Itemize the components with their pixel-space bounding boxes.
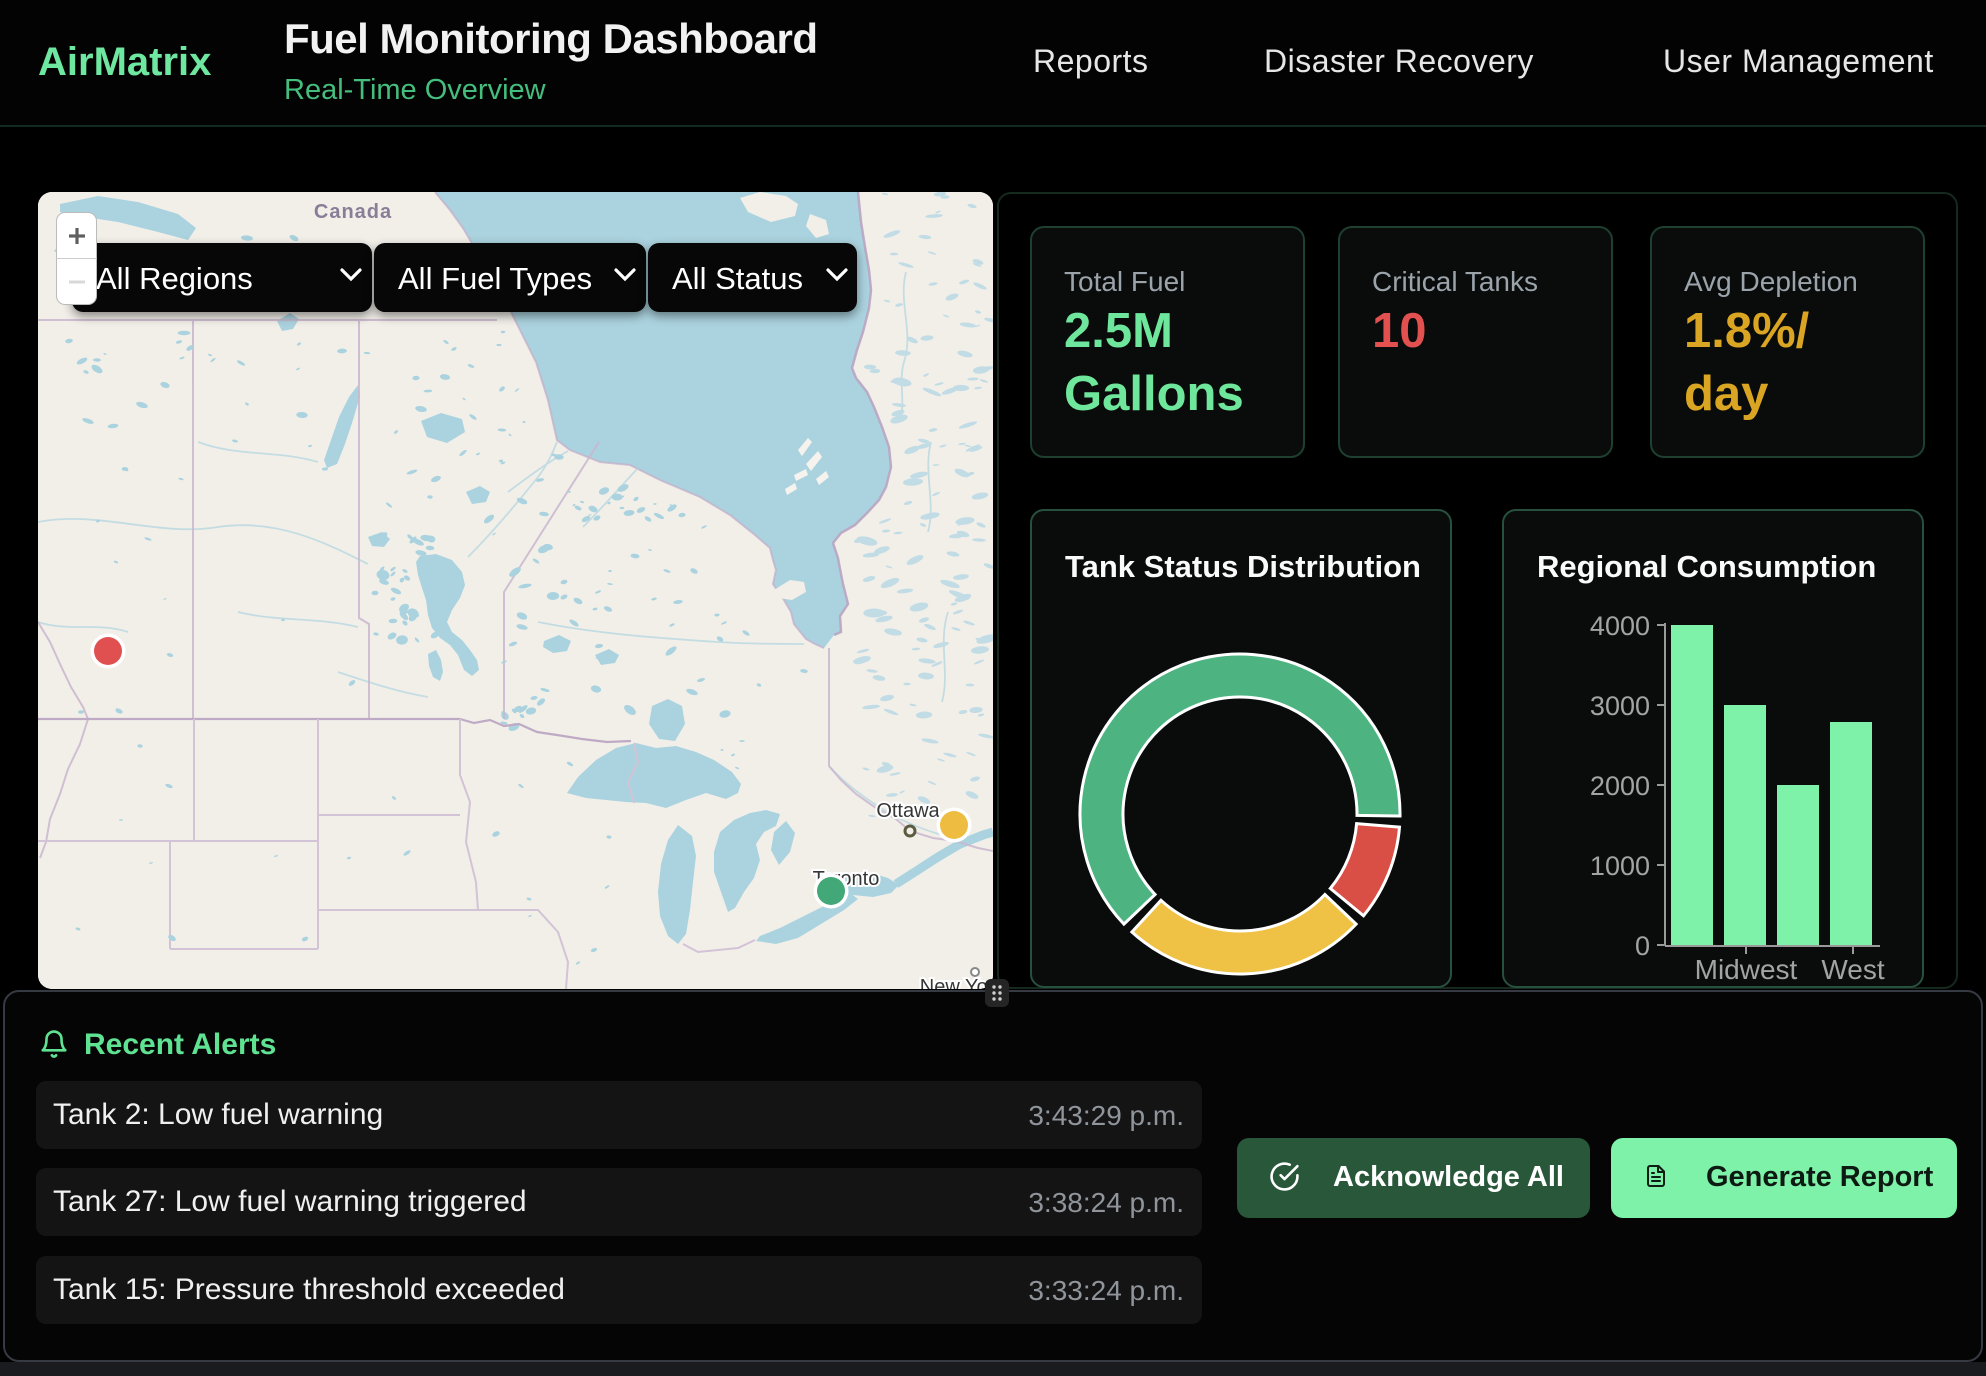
svg-text:1000: 1000 (1590, 851, 1650, 881)
svg-text:Ottawa: Ottawa (876, 800, 940, 822)
svg-text:Canada: Canada (314, 201, 392, 223)
svg-text:West: West (1821, 954, 1884, 985)
svg-text:4000: 4000 (1590, 611, 1650, 641)
svg-text:New York: New York (920, 976, 993, 989)
svg-text:3000: 3000 (1590, 691, 1650, 721)
svg-text:0: 0 (1635, 931, 1650, 961)
svg-text:Midwest: Midwest (1695, 954, 1798, 985)
svg-text:2000: 2000 (1590, 771, 1650, 801)
